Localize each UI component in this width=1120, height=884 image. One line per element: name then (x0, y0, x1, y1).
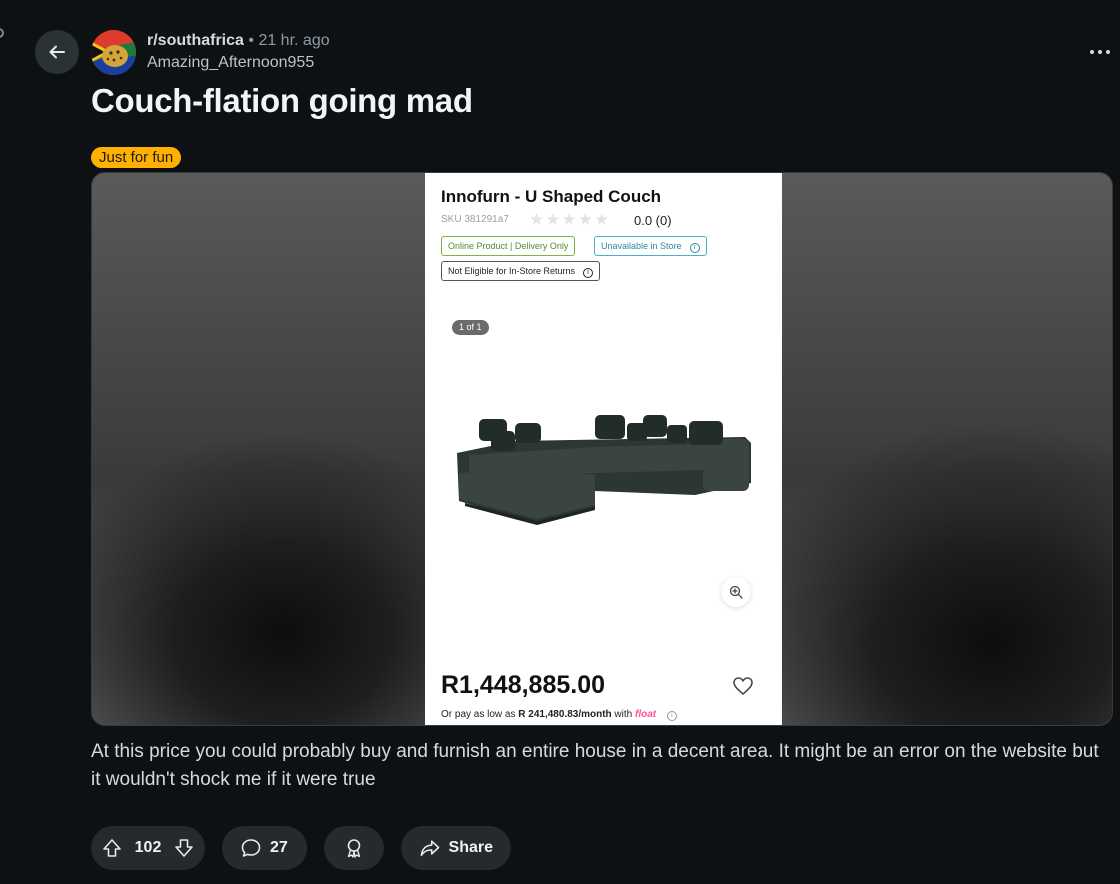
more-horizontal-icon (1090, 50, 1094, 54)
author-link[interactable]: Amazing_Afternoon955 (147, 54, 314, 72)
product-title: Innofurn - U Shaped Couch (441, 187, 662, 206)
couch-image (457, 415, 751, 525)
subreddit-avatar[interactable] (91, 30, 136, 75)
post-actions: 102 27 Share (91, 826, 511, 870)
post-body: At this price you could probably buy and… (91, 741, 1099, 790)
comments-button[interactable]: 27 (222, 826, 307, 870)
brand-logo: float (635, 709, 657, 720)
info-icon: i (583, 268, 594, 278)
installment-text: Or pay as low as R 241,480.83/month with… (441, 709, 677, 721)
zoom-button (721, 577, 751, 607)
post-media[interactable]: Innofurn - U Shaped Couch SKU 381291a7 ★… (91, 172, 1113, 726)
vote-count: 102 (134, 839, 162, 856)
post-meta: r/southafrica • 21 hr. ago (147, 31, 330, 51)
arrow-down-icon (175, 839, 193, 857)
product-screenshot: Innofurn - U Shaped Couch SKU 381291a7 ★… (425, 173, 782, 725)
info-icon: i (689, 243, 700, 253)
award-button[interactable] (324, 826, 384, 870)
share-button[interactable]: Share (401, 826, 511, 870)
upvote-button[interactable] (101, 837, 123, 859)
info-icon: i (666, 711, 677, 721)
image-counter: 1 of 1 (452, 320, 489, 335)
product-sku: SKU 381291a7 (441, 214, 509, 225)
zoom-in-icon (729, 585, 743, 599)
arrow-up-icon (103, 839, 121, 857)
product-price: R1,448,885.00 (441, 671, 606, 699)
comment-count: 27 (270, 839, 288, 856)
post-flair[interactable]: Just for fun (91, 147, 182, 168)
edge-indicator (0, 28, 4, 38)
heart-icon (733, 677, 753, 695)
award-ribbon-icon (347, 839, 361, 858)
speech-bubble-icon (241, 839, 261, 857)
post-title: Couch-flation going mad (91, 82, 473, 119)
subreddit-link[interactable]: r/southafrica (147, 32, 244, 49)
share-arrow-icon (420, 840, 440, 857)
more-options-button[interactable] (1085, 40, 1115, 64)
rating-stars: ★★★★★ (529, 210, 611, 229)
tag-returns: Not Eligible for In-Store Returns i (441, 261, 601, 281)
rating-value: 0.0 (0) (634, 213, 672, 228)
tag-unavailable: Unavailable in Store i (594, 236, 707, 256)
vote-bar: 102 (91, 826, 205, 870)
tag-online-product: Online Product | Delivery Only (441, 236, 576, 256)
post-time: 21 hr. ago (258, 32, 330, 49)
downvote-button[interactable] (173, 837, 195, 859)
back-button[interactable] (35, 30, 79, 74)
arrow-left-icon (49, 45, 65, 59)
meta-separator: • (248, 32, 254, 49)
share-label: Share (448, 839, 493, 856)
